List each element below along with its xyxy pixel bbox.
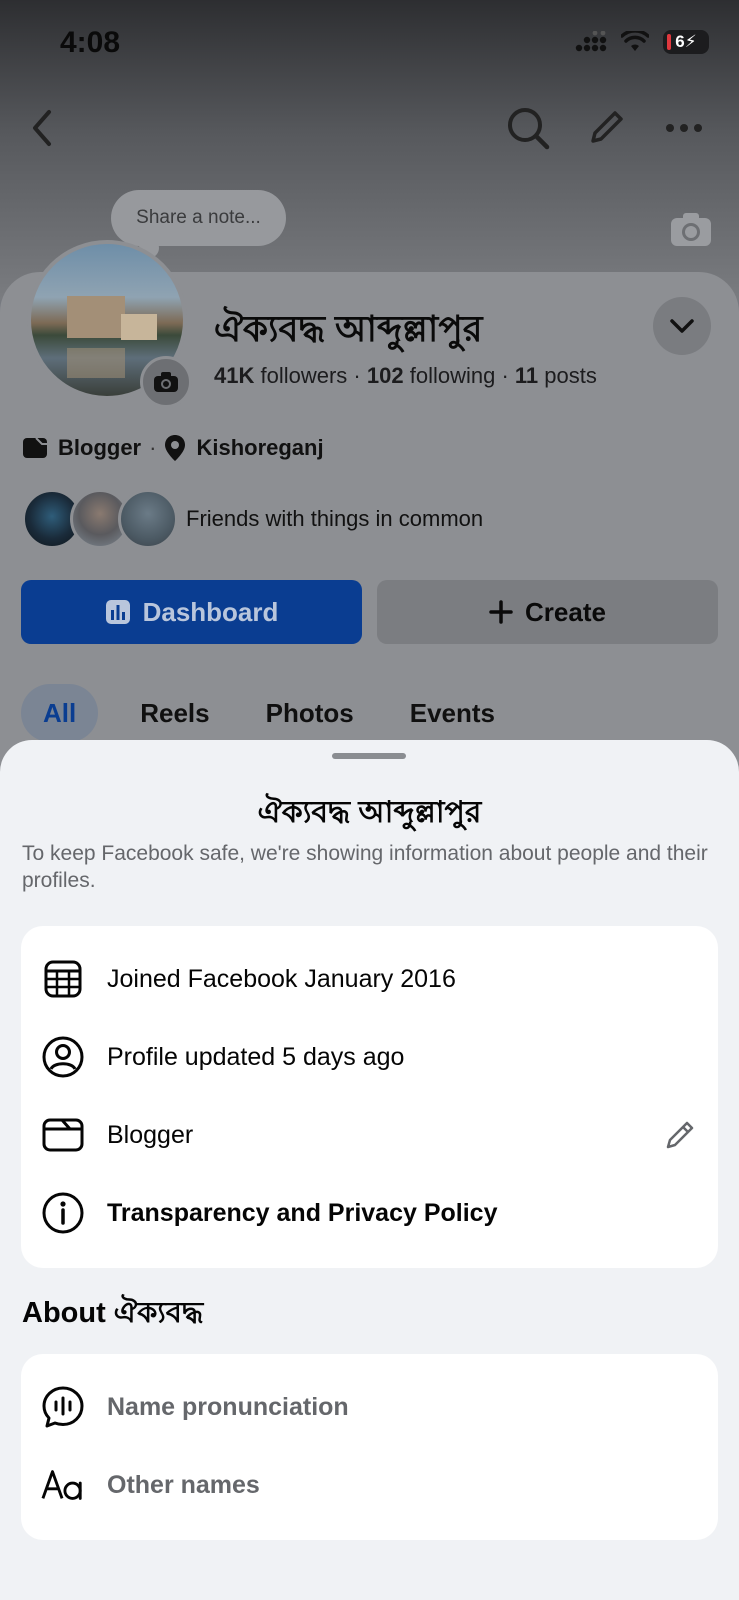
tab-events[interactable]: Events [382, 684, 523, 742]
friends-in-common-label: Friends with things in common [186, 506, 484, 531]
wifi-icon [621, 31, 649, 51]
about-row-pronunciation[interactable]: Name pronunciation [21, 1368, 718, 1446]
profile-location: Kishoreganj [196, 435, 324, 460]
profile-info-card: Joined Facebook January 2016 Profile upd… [21, 926, 718, 1268]
friend-avatar[interactable] [118, 489, 178, 549]
create-button[interactable]: Create [377, 580, 718, 644]
info-row-transparency[interactable]: Transparency and Privacy Policy [21, 1174, 718, 1252]
speech-wave-icon [41, 1385, 85, 1429]
name-pronunciation-label: Name pronunciation [107, 1392, 349, 1421]
battery-level: 6 [675, 32, 685, 51]
camera-icon [671, 213, 711, 246]
chevron-left-icon [33, 110, 51, 146]
other-names-label: Other names [107, 1470, 260, 1499]
joined-label: Joined Facebook January 2016 [107, 964, 456, 993]
status-time: 4:08 [60, 26, 121, 59]
about-row-other-names[interactable]: Other names [21, 1446, 718, 1524]
sheet-description: To keep Facebook safe, we're showing inf… [22, 842, 708, 892]
sheet-title: ঐক্যবদ্ধ আব্দুল্লাপুর [257, 796, 482, 829]
about-card: Name pronunciation Other names [21, 1354, 718, 1540]
battery-indicator: 6 ⚡ [663, 30, 709, 54]
dashboard-label: Dashboard [142, 596, 279, 627]
dashboard-button[interactable]: Dashboard [21, 580, 362, 644]
category-label: Blogger [107, 1120, 194, 1149]
cellular-signal-icon [575, 31, 607, 52]
create-label: Create [525, 596, 606, 627]
tab-photos[interactable]: Photos [238, 684, 382, 742]
clapper-icon [41, 1113, 85, 1157]
followers-count[interactable]: 41K [214, 363, 254, 388]
back-button[interactable] [14, 100, 70, 156]
profile-name: ঐক্যবদ্ধ আব্দুল্লাপুর [214, 308, 483, 349]
profile-meta-row: Blogger · Kishoreganj [22, 434, 324, 462]
profile-tabs: All Reels Photos Events [21, 684, 523, 742]
profile-dropdown-button[interactable] [653, 297, 711, 355]
profile-updated-label: Profile updated 5 days ago [107, 1042, 405, 1071]
stats-separator: · [501, 363, 509, 388]
more-horizontal-icon [666, 124, 702, 132]
profile-picture-camera-button[interactable] [140, 356, 192, 408]
plus-icon [489, 600, 513, 624]
profile-info-sheet: ঐক্যবদ্ধ আব্দুল্লাপুর To keep Facebook s… [0, 740, 739, 1600]
chevron-down-icon [670, 319, 694, 333]
friends-in-common[interactable]: Friends with things in common [22, 489, 483, 549]
meta-separator: · [149, 435, 157, 460]
tab-all[interactable]: All [21, 684, 99, 742]
calendar-icon [41, 957, 85, 1001]
camera-icon [154, 372, 178, 392]
followers-label[interactable]: followers [260, 363, 347, 388]
note-placeholder: Share a note... [136, 207, 261, 228]
edit-category-button[interactable] [662, 1117, 698, 1153]
more-options-button[interactable] [656, 100, 712, 156]
tab-reels[interactable]: Reels [112, 684, 237, 742]
sheet-drag-handle[interactable] [332, 753, 406, 759]
profile-category: Blogger [58, 435, 142, 460]
cover-camera-button[interactable] [670, 211, 712, 247]
profile-icon [41, 1035, 85, 1079]
location-pin-icon [165, 435, 186, 461]
info-row-updated: Profile updated 5 days ago [21, 1018, 718, 1096]
profile-stats: 41K followers · 102 following · 11 posts [214, 363, 597, 389]
status-bar: 4:08 6 ⚡ [0, 0, 739, 90]
clapper-icon [23, 437, 47, 458]
info-row-category: Blogger [21, 1096, 718, 1174]
search-button[interactable] [500, 100, 556, 156]
transparency-link[interactable]: Transparency and Privacy Policy [107, 1199, 497, 1228]
stats-separator: · [353, 363, 361, 388]
posts-count: 11 [514, 363, 539, 388]
info-icon [41, 1191, 85, 1235]
about-section-title: About ঐক্যবদ্ধ [22, 1297, 204, 1329]
share-note-bubble[interactable]: Share a note... [111, 190, 286, 258]
following-label[interactable]: following [410, 363, 496, 388]
posts-label: posts [544, 363, 597, 388]
pencil-icon [666, 1121, 694, 1149]
following-count[interactable]: 102 [367, 363, 404, 388]
pencil-icon [591, 111, 623, 143]
info-row-joined: Joined Facebook January 2016 [21, 940, 718, 1018]
search-icon [508, 108, 550, 150]
bar-chart-icon [105, 600, 130, 624]
edit-profile-button[interactable] [578, 100, 634, 156]
text-aa-icon [41, 1463, 85, 1507]
